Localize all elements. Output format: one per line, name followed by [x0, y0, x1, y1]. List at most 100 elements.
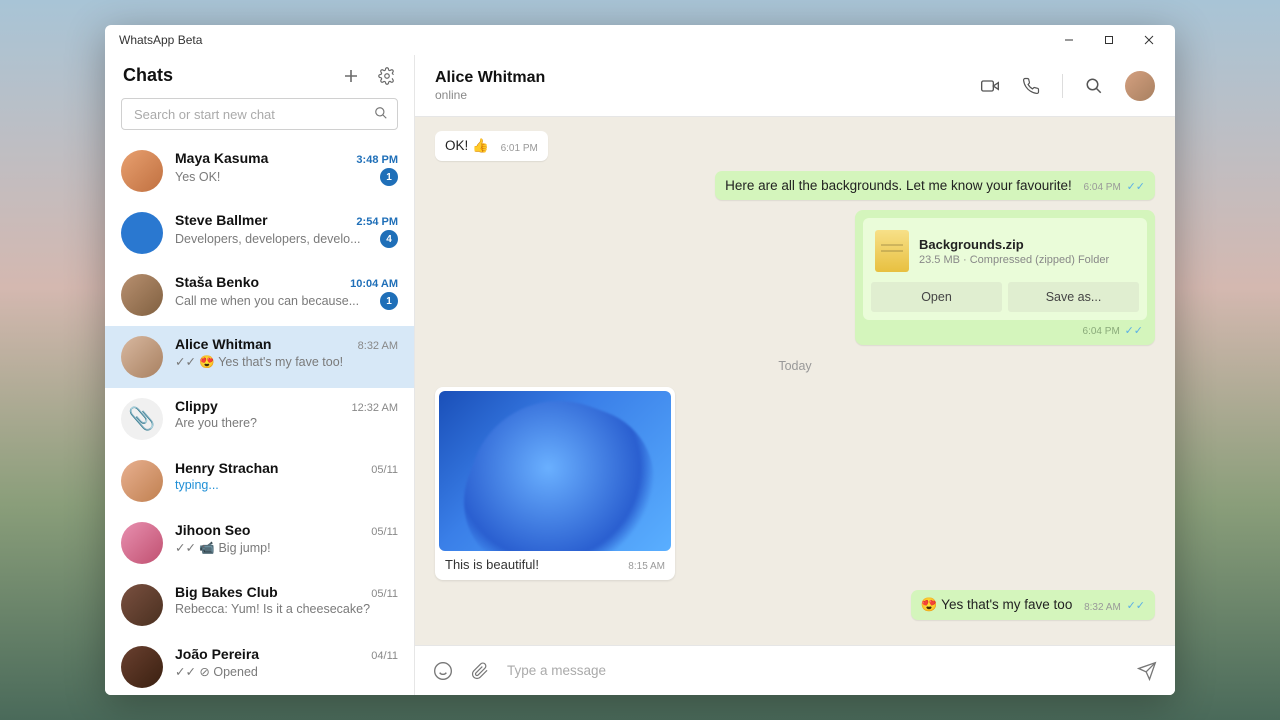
- message-out: Here are all the backgrounds. Let me kno…: [615, 171, 1155, 200]
- avatar: [121, 274, 163, 316]
- chat-preview: ✓✓ ⊘ Opened: [175, 664, 258, 679]
- chat-item[interactable]: Steve Ballmer 2:54 PM Developers, develope…: [105, 202, 414, 264]
- search-icon: [374, 106, 388, 120]
- window-title: WhatsApp Beta: [119, 33, 202, 47]
- chat-item[interactable]: 📎 Clippy 12:32 AM Are you there?: [105, 388, 414, 450]
- chat-preview: Are you there?: [175, 416, 257, 430]
- composer: [415, 645, 1175, 695]
- chat-name: Jihoon Seo: [175, 522, 250, 538]
- chat-preview: Call me when you can because...: [175, 294, 359, 308]
- image-caption: This is beautiful!: [445, 557, 539, 572]
- chat-time: 12:32 AM: [352, 402, 398, 414]
- separator: [1062, 74, 1063, 98]
- chat-time: 8:32 AM: [358, 340, 398, 352]
- chat-time: 04/11: [371, 650, 398, 662]
- message-time: 6:04 PM: [1084, 182, 1121, 193]
- message-out: 😍 Yes that's my fave too 8:32 AM ✓✓: [687, 590, 1155, 620]
- window-controls: [1051, 27, 1167, 53]
- file-name: Backgrounds.zip: [919, 237, 1109, 252]
- chat-name: Alice Whitman: [175, 336, 271, 352]
- chat-preview: typing...: [175, 478, 219, 492]
- unread-badge: 1: [380, 168, 398, 186]
- avatar: [121, 150, 163, 192]
- read-ticks-icon: ✓✓: [1127, 600, 1145, 612]
- search-field[interactable]: [121, 98, 398, 130]
- message-input[interactable]: [507, 663, 1119, 678]
- chat-preview: Developers, developers, develo...: [175, 232, 361, 246]
- chat-name: Clippy: [175, 398, 218, 414]
- chat-item[interactable]: Staša Benko 10:04 AM Call me when you can …: [105, 264, 414, 326]
- sidebar: Chats Maya Kasuma3:48: [105, 55, 415, 695]
- minimize-button[interactable]: [1051, 27, 1087, 53]
- message-attachment: Backgrounds.zip 23.5 MB · Compressed (zi…: [687, 210, 1155, 345]
- message-time: 8:32 AM: [1084, 602, 1121, 613]
- app-window: WhatsApp Beta Chats: [105, 25, 1175, 695]
- message-in: OK! 👍 6:01 PM: [435, 131, 903, 161]
- chat-name: Henry Strachan: [175, 460, 278, 476]
- chat-name: João Pereira: [175, 646, 259, 662]
- new-chat-button[interactable]: [342, 67, 360, 85]
- avatar: [121, 212, 163, 254]
- chat-preview: ✓✓ 😍 Yes that's my fave too!: [175, 354, 343, 370]
- chat-item[interactable]: Maya Kasuma3:48 PMYes OK!1: [105, 140, 414, 202]
- conversation-name: Alice Whitman: [435, 69, 545, 87]
- chat-time: 05/11: [371, 464, 398, 476]
- message-text: OK! 👍: [445, 138, 489, 153]
- message-image: This is beautiful! 8:15 AM: [435, 387, 903, 580]
- titlebar: WhatsApp Beta: [105, 25, 1175, 55]
- chat-item[interactable]: Henry Strachan 05/11 typing...: [105, 450, 414, 512]
- close-button[interactable]: [1131, 27, 1167, 53]
- chat-list[interactable]: Maya Kasuma3:48 PMYes OK!1 Steve Ballmer 2…: [105, 140, 414, 695]
- read-ticks-icon: ✓✓: [1125, 325, 1143, 337]
- chat-item[interactable]: Alice Whitman 8:32 AM ✓✓ 😍 Yes that's my f…: [105, 326, 414, 388]
- avatar: [121, 336, 163, 378]
- chat-item[interactable]: Big Bakes Club 05/11Rebecca: Yum! Is it a…: [105, 574, 414, 636]
- sidebar-heading: Chats: [123, 65, 173, 86]
- chat-item[interactable]: Jihoon Seo 05/11 ✓✓ 📹 Big jump!: [105, 512, 414, 574]
- chat-name: Staša Benko: [175, 274, 259, 290]
- file-saveas-button[interactable]: Save as...: [1008, 282, 1139, 312]
- chat-name: Big Bakes Club: [175, 584, 278, 600]
- file-open-button[interactable]: Open: [871, 282, 1002, 312]
- conversation-pane: Alice Whitman online: [415, 55, 1175, 695]
- chat-time: 05/11: [371, 526, 398, 538]
- search-conversation-button[interactable]: [1085, 77, 1103, 95]
- avatar: [121, 522, 163, 564]
- messages-area[interactable]: OK! 👍 6:01 PM Here are all the backgroun…: [415, 117, 1175, 645]
- chat-name: Steve Ballmer: [175, 212, 268, 228]
- chat-time: 2:54 PM: [356, 216, 398, 228]
- conversation-header: Alice Whitman online: [415, 55, 1175, 117]
- read-ticks-icon: ✓✓: [1127, 181, 1145, 193]
- maximize-button[interactable]: [1091, 27, 1127, 53]
- send-button[interactable]: [1137, 661, 1157, 681]
- chat-preview: Rebecca: Yum! Is it a cheesecake?: [175, 602, 370, 616]
- avatar: [121, 460, 163, 502]
- settings-button[interactable]: [378, 67, 396, 85]
- avatar: 📎: [121, 398, 163, 440]
- zip-file-icon: [875, 230, 909, 272]
- day-divider: Today: [435, 357, 1155, 375]
- chat-time: 10:04 AM: [350, 278, 398, 290]
- unread-badge: 1: [380, 292, 398, 310]
- contact-avatar[interactable]: [1125, 71, 1155, 101]
- message-time: 6:04 PM: [1083, 326, 1120, 337]
- avatar: [121, 646, 163, 688]
- message-text: Here are all the backgrounds. Let me kno…: [725, 178, 1072, 193]
- message-time: 6:01 PM: [501, 143, 538, 154]
- chat-preview: ✓✓ 📹 Big jump!: [175, 540, 271, 556]
- message-text: 😍 Yes that's my fave too: [921, 597, 1072, 612]
- conversation-status: online: [435, 88, 545, 102]
- unread-badge: 4: [380, 230, 398, 248]
- chat-item[interactable]: João Pereira 04/11 ✓✓ ⊘ Opened: [105, 636, 414, 695]
- voice-call-button[interactable]: [1022, 77, 1040, 95]
- image-thumbnail[interactable]: [439, 391, 671, 551]
- chat-time: 05/11: [371, 588, 398, 600]
- attach-button[interactable]: [471, 662, 489, 680]
- file-meta: 23.5 MB · Compressed (zipped) Folder: [919, 254, 1109, 266]
- video-call-button[interactable]: [980, 76, 1000, 96]
- emoji-button[interactable]: [433, 661, 453, 681]
- avatar: [121, 584, 163, 626]
- chat-time: 3:48 PM: [356, 154, 398, 166]
- search-input[interactable]: [121, 98, 398, 130]
- sidebar-header: Chats: [105, 55, 414, 94]
